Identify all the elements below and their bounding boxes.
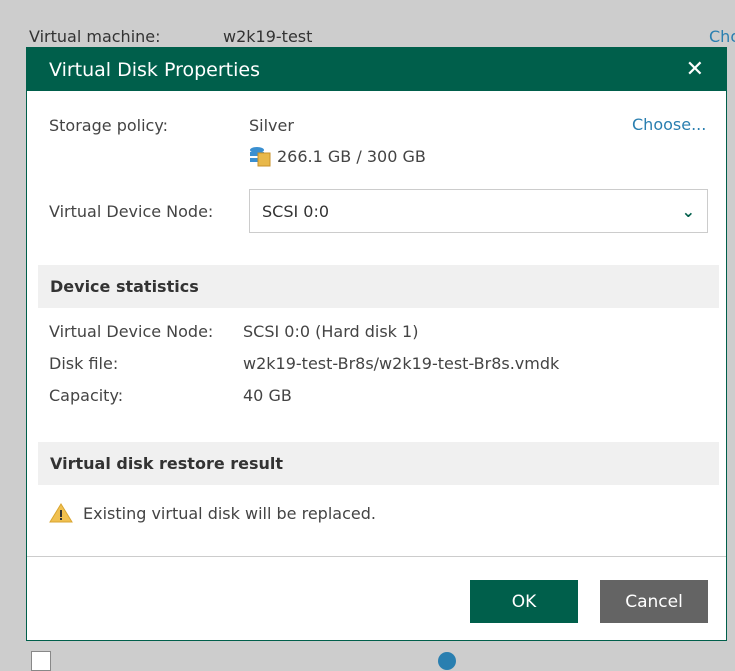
help-icon[interactable] — [438, 652, 456, 670]
stat-value: SCSI 0:0 (Hard disk 1) — [243, 322, 419, 341]
device-node-selected: SCSI 0:0 — [262, 201, 330, 221]
dialog-header: Virtual Disk Properties ✕ — [27, 48, 726, 91]
ok-button[interactable]: OK — [470, 580, 578, 623]
storage-policy-value: Silver — [249, 116, 294, 135]
cancel-button[interactable]: Cancel — [600, 580, 708, 623]
choose-storage-policy-link[interactable]: Choose... — [632, 115, 706, 134]
storage-capacity: 266.1 GB / 300 GB — [249, 145, 426, 167]
restore-result-text: Existing virtual disk will be replaced. — [83, 503, 376, 523]
stat-label: Disk file: — [49, 354, 119, 373]
warning-icon — [49, 503, 73, 523]
stat-label: Virtual Device Node: — [49, 322, 214, 341]
stat-value: 40 GB — [243, 386, 292, 405]
storage-capacity-text: 266.1 GB / 300 GB — [277, 146, 426, 166]
footer-divider — [27, 556, 726, 557]
device-statistics-header: Device statistics — [38, 265, 719, 308]
restore-result-header: Virtual disk restore result — [38, 442, 719, 485]
storage-policy-label: Storage policy: — [49, 116, 169, 135]
device-node-select[interactable]: SCSI 0:0 ⌄ — [249, 189, 708, 233]
vm-label: Virtual machine: — [29, 27, 161, 46]
background-checkbox[interactable] — [31, 651, 51, 671]
close-icon[interactable]: ✕ — [686, 57, 704, 82]
dialog-title: Virtual Disk Properties — [49, 58, 260, 81]
stat-label: Capacity: — [49, 386, 124, 405]
chevron-down-icon: ⌄ — [681, 201, 695, 221]
device-node-label: Virtual Device Node: — [49, 202, 214, 221]
datastore-icon — [250, 147, 271, 167]
stat-value: w2k19-test-Br8s/w2k19-test-Br8s.vmdk — [243, 354, 560, 373]
restore-result-message: Existing virtual disk will be replaced. — [49, 503, 376, 523]
vm-value: w2k19-test — [223, 27, 313, 46]
background-choose-link[interactable]: Cho — [709, 27, 735, 46]
virtual-disk-properties-dialog: Virtual Disk Properties ✕ Storage policy… — [26, 47, 727, 641]
